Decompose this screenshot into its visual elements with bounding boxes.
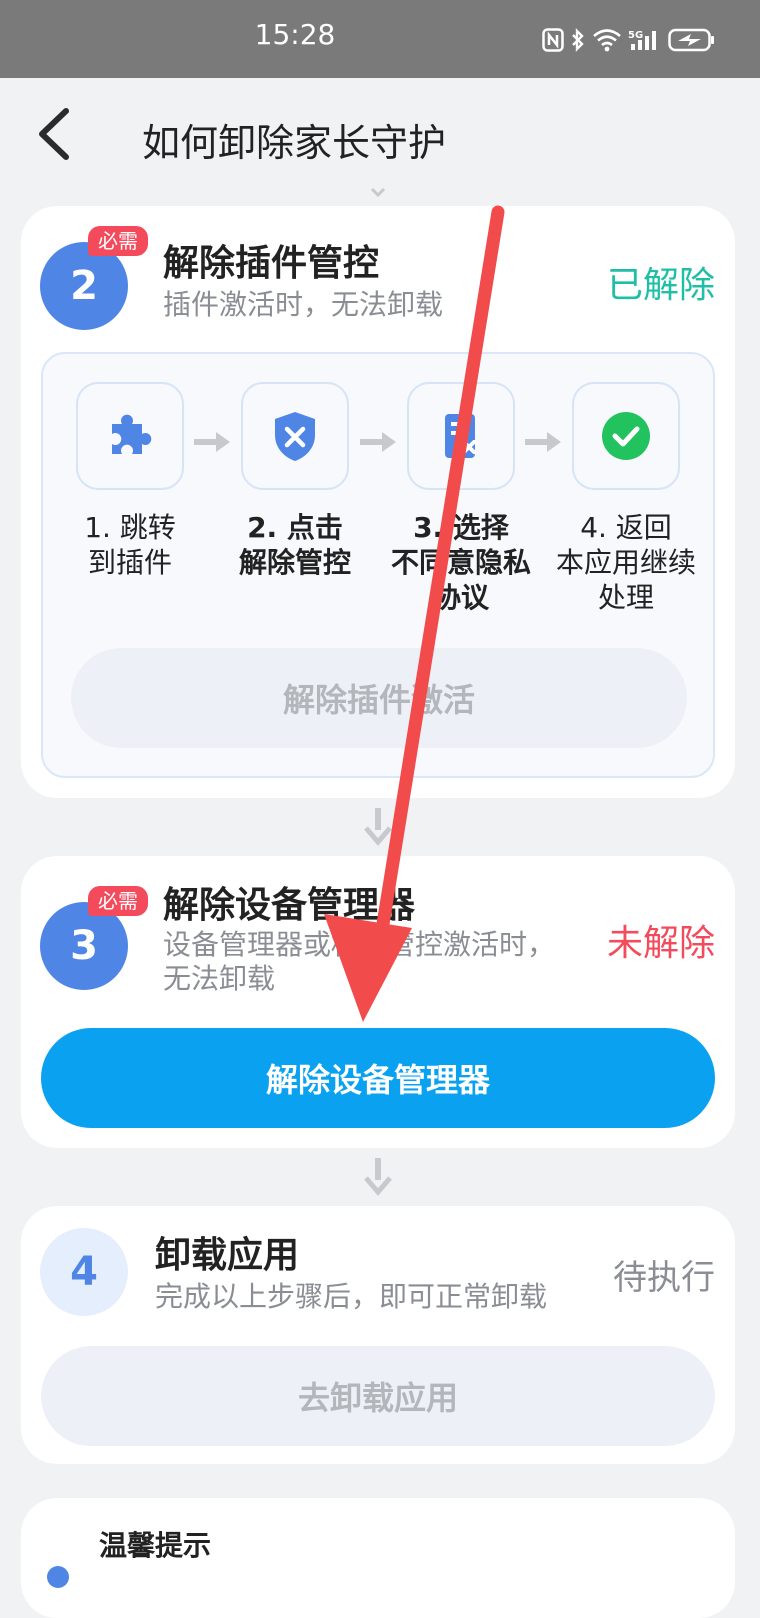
battery-charging-icon [668,28,714,52]
step4-card: 4 卸载应用 完成以上步骤后，即可正常卸载 待执行 去卸载应用 [21,1206,735,1464]
flow-step-3 [407,382,515,490]
page-title: 如何卸除家长守护 [142,121,447,165]
remove-device-manager-button[interactable]: 解除设备管理器 [41,1028,715,1128]
tips-bullet-icon [47,1566,69,1588]
flow-step-4-label: 4. 返回 本应用继续 处理 [555,511,696,614]
svg-text:5G: 5G [628,30,643,41]
step2-title: 解除插件管控 [163,243,380,284]
bluetooth-icon [572,28,584,52]
uninstall-app-button[interactable]: 去卸载应用 [41,1346,715,1446]
step2-flow-panel: 1. 跳转 到插件 2. 点击 解除管控 3. 选择 不同意隐私 协议 4. 返回 本应用… [41,352,715,778]
step3-status: 未解除 [606,923,715,964]
document-x-icon [445,414,476,458]
status-bar: 15:28 5G [0,0,760,78]
connector-arrow-icon [370,187,386,198]
flow-arrow-icon [194,432,230,452]
flow-arrow-icon [360,432,396,452]
status-icons: 5G [542,28,716,52]
flow-step-3-label: 3. 选择 不同意隐私 协议 [390,511,531,614]
tips-title: 温馨提示 [99,1529,212,1562]
check-circle-icon [602,412,650,460]
flow-step-2-label: 2. 点击 解除管控 [238,511,351,579]
flow-arrow-icon [525,432,561,452]
flow-step-2 [241,382,349,490]
step3-required-badge: 必需 [88,886,148,916]
shield-x-icon [275,412,315,461]
step3-subtitle-line2: 无法卸载 [163,962,276,995]
step4-number: 4 [40,1228,128,1316]
step4-subtitle: 完成以上步骤后，即可正常卸载 [155,1280,548,1313]
status-time: 15:28 [254,18,336,51]
step3-subtitle-line1: 设备管理器或权限管控激活时， [163,928,556,961]
step4-status: 待执行 [613,1258,715,1298]
puzzle-icon [112,414,152,454]
step2-required-badge: 必需 [88,226,148,256]
step4-title: 卸载应用 [155,1235,300,1276]
deactivate-plugin-button[interactable]: 解除插件激活 [71,648,687,748]
connector-arrow-icon [364,808,392,846]
back-button[interactable] [34,108,74,160]
step2-subtitle: 插件激活时，无法卸载 [163,288,444,321]
nfc-icon [542,28,564,52]
step2-status: 已解除 [606,265,715,306]
step3-card: 3 必需 解除设备管理器 设备管理器或权限管控激活时， 无法卸载 未解除 解除设… [21,856,735,1148]
tips-card: 温馨提示 [21,1498,735,1618]
step3-title: 解除设备管理器 [163,885,416,926]
flow-step-1-label: 1. 跳转 到插件 [84,511,176,579]
flow-step-1 [76,382,184,490]
step2-card: 2 必需 解除插件管控 插件激活时，无法卸载 已解除 1. 跳转 到插件 2. … [21,206,735,798]
nav-bar: 如何卸除家长守护 [0,78,760,188]
connector-arrow-icon [364,1158,392,1196]
5g-signal-icon: 5G [628,30,656,50]
wifi-icon [593,29,621,52]
flow-step-4 [572,382,680,490]
